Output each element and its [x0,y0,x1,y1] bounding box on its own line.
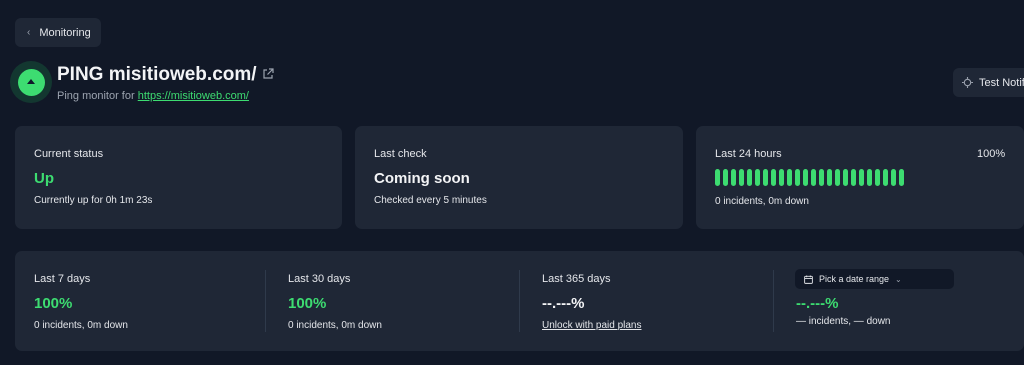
uptime-bar[interactable] [835,169,840,186]
uptime-bar[interactable] [827,169,832,186]
current-status-value: Up [34,170,54,187]
bell-icon [962,77,973,88]
page-subtitle: Ping monitor for https://misitioweb.com/ [57,90,249,102]
period-detail-30d: 0 incidents, 0m down [288,320,382,331]
period-value-365d: --.---% [542,295,585,312]
monitor-url-link[interactable]: https://misitioweb.com/ [138,90,249,102]
uptime-bar[interactable] [779,169,784,186]
last-check-detail: Checked every 5 minutes [374,195,487,206]
back-button-label: Monitoring [39,26,91,39]
last-check-card: Last check Coming soon Checked every 5 m… [355,126,683,229]
subtitle-prefix: Ping monitor for [57,90,135,102]
uptime-bar[interactable] [739,169,744,186]
divider [519,270,520,332]
period-label-7d: Last 7 days [34,273,91,285]
uptime-bar[interactable] [787,169,792,186]
last-check-label: Last check [374,148,427,160]
uptime-bar[interactable] [843,169,848,186]
external-link-icon[interactable] [262,68,274,80]
status-indicator-icon [10,61,52,103]
uptime-bar[interactable] [803,169,808,186]
period-value-7d: 100% [34,295,73,312]
current-status-detail: Currently up for 0h 1m 23s [34,195,153,206]
uptime-bar[interactable] [763,169,768,186]
uptime-bar[interactable] [819,169,824,186]
test-notification-button[interactable]: Test Notif [953,68,1024,97]
uptime-bar[interactable] [723,169,728,186]
uptime-bar[interactable] [875,169,880,186]
last-24-hours-label: Last 24 hours [715,148,782,160]
period-label-30d: Last 30 days [288,273,351,285]
back-to-monitoring-button[interactable]: ‹ Monitoring [15,18,101,47]
date-range-label: Pick a date range [819,274,890,284]
unlock-paid-plans-link[interactable]: Unlock with paid plans [542,320,642,331]
uptime-bar[interactable] [747,169,752,186]
calendar-icon [804,274,813,284]
uptime-bar[interactable] [891,169,896,186]
period-value-30d: 100% [288,295,327,312]
divider [773,270,774,332]
period-label-365d: Last 365 days [542,273,611,285]
chevron-left-icon: ‹ [27,27,31,38]
test-button-label: Test Notif [979,76,1024,89]
uptime-bar[interactable] [731,169,736,186]
current-status-label: Current status [34,148,104,160]
uptime-periods-card: Last 7 days 100% 0 incidents, 0m down La… [15,251,1024,351]
chevron-down-icon: ⌄ [895,274,902,284]
period-detail-custom: — incidents, — down [796,316,891,327]
uptime-bar[interactable] [811,169,816,186]
current-status-card: Current status Up Currently up for 0h 1m… [15,126,342,229]
uptime-bar[interactable] [883,169,888,186]
last-24-hours-detail: 0 incidents, 0m down [715,196,809,207]
last-24-hours-percent: 100% [977,148,1006,160]
date-range-picker-button[interactable]: Pick a date range ⌄ [795,269,954,289]
uptime-bar[interactable] [715,169,720,186]
uptime-bar[interactable] [771,169,776,186]
period-value-custom: --.---% [796,295,839,312]
uptime-bar[interactable] [867,169,872,186]
last-check-value: Coming soon [374,170,470,187]
divider [265,270,266,332]
uptime-bar-chart [715,169,904,186]
period-detail-7d: 0 incidents, 0m down [34,320,128,331]
uptime-bar[interactable] [795,169,800,186]
uptime-bar[interactable] [899,169,904,186]
uptime-bar[interactable] [851,169,856,186]
last-24-hours-card: Last 24 hours 100% 0 incidents, 0m down [696,126,1024,229]
page-title: PING misitioweb.com/ [57,64,257,85]
uptime-bar[interactable] [755,169,760,186]
uptime-bar[interactable] [859,169,864,186]
